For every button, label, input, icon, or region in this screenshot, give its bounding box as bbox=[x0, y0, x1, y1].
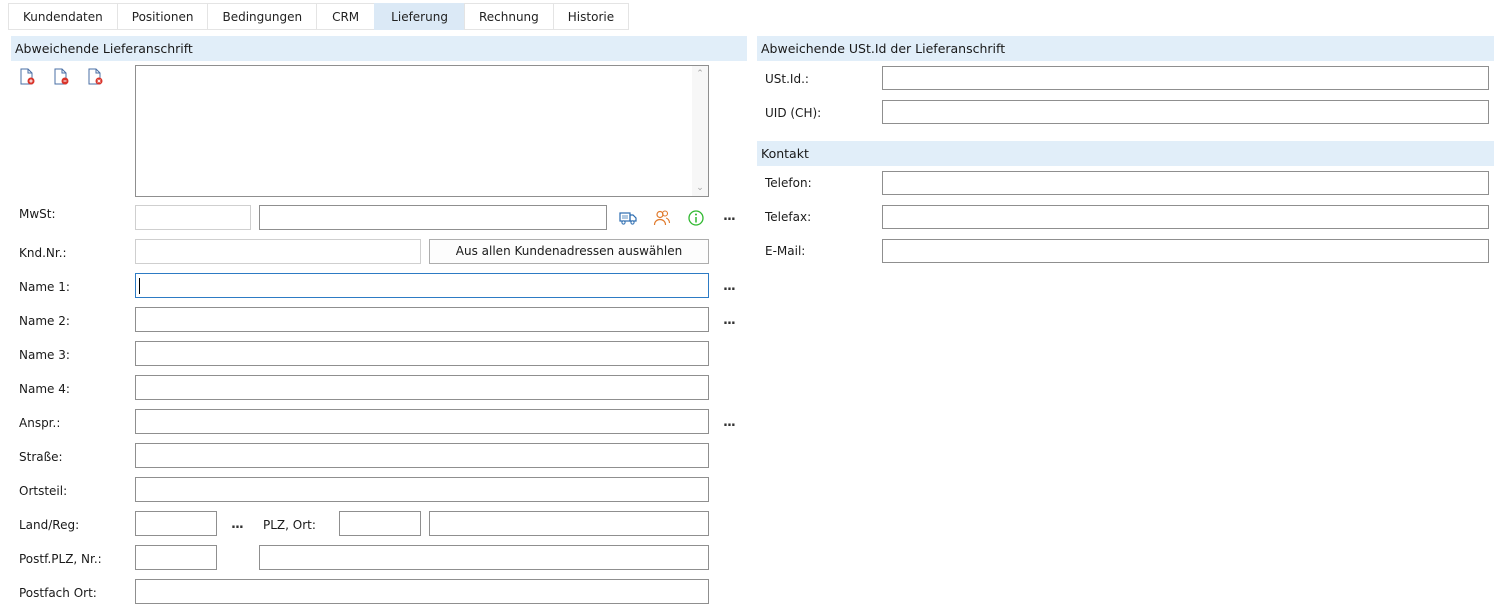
ortsteil-field[interactable] bbox=[135, 477, 709, 502]
anspr-field[interactable] bbox=[135, 409, 709, 434]
land-field[interactable] bbox=[135, 511, 217, 536]
ustid-field[interactable] bbox=[882, 66, 1489, 90]
document-add-icon[interactable] bbox=[18, 68, 36, 86]
tab-rechnung[interactable]: Rechnung bbox=[463, 3, 553, 30]
scroll-up-icon[interactable]: ⌃ bbox=[696, 70, 704, 79]
mwst-code-field[interactable] bbox=[135, 205, 251, 230]
info-icon[interactable] bbox=[687, 209, 705, 227]
plz-field[interactable] bbox=[339, 511, 421, 536]
vat-id-header: Abweichende USt.Id der Lieferanschrift bbox=[757, 36, 1494, 61]
ortsteil-label: Ortsteil: bbox=[19, 484, 68, 498]
postfach-nr-field[interactable] bbox=[259, 545, 709, 570]
uid-ch-field[interactable] bbox=[882, 100, 1489, 124]
tab-positionen[interactable]: Positionen bbox=[116, 3, 208, 30]
mwst-label: MwSt: bbox=[19, 207, 56, 221]
ort-field[interactable] bbox=[429, 511, 709, 536]
postfach-plz-label: Postf.PLZ, Nr.: bbox=[19, 552, 102, 566]
mwst-more-button[interactable]: ... bbox=[723, 209, 736, 224]
document-copy-icon[interactable] bbox=[52, 68, 70, 86]
name2-field[interactable] bbox=[135, 307, 709, 332]
telefax-label: Telefax: bbox=[765, 210, 812, 224]
telefax-field[interactable] bbox=[882, 205, 1489, 229]
strasse-label: Straße: bbox=[19, 450, 63, 464]
text-caret bbox=[139, 278, 140, 294]
tab-kundendaten[interactable]: Kundendaten bbox=[8, 3, 117, 30]
address-textarea[interactable]: ⌃ ⌄ bbox=[135, 65, 709, 197]
kndnr-field[interactable] bbox=[135, 239, 421, 264]
anspr-label: Anspr.: bbox=[19, 416, 61, 430]
tab-lieferung[interactable]: Lieferung bbox=[374, 3, 464, 30]
ustid-label: USt.Id.: bbox=[765, 72, 809, 86]
land-more-button[interactable]: ... bbox=[231, 517, 244, 532]
land-label: Land/Reg: bbox=[19, 518, 80, 532]
select-from-all-addresses-button[interactable]: Aus allen Kundenadressen auswählen bbox=[429, 239, 709, 264]
postfach-plz-field[interactable] bbox=[135, 545, 217, 570]
name4-field[interactable] bbox=[135, 375, 709, 400]
contact-header: Kontakt bbox=[757, 141, 1494, 166]
tab-bar: Kundendaten Positionen Bedingungen CRM L… bbox=[8, 3, 630, 30]
tab-bedingungen[interactable]: Bedingungen bbox=[207, 3, 317, 30]
name1-more-button[interactable]: ... bbox=[723, 279, 736, 294]
delivery-address-header: Abweichende Lieferanschrift bbox=[11, 36, 747, 61]
strasse-field[interactable] bbox=[135, 443, 709, 468]
mwst-text-field[interactable] bbox=[259, 205, 607, 230]
plz-ort-label: PLZ, Ort: bbox=[263, 518, 316, 532]
name2-label: Name 2: bbox=[19, 314, 70, 328]
uid-ch-label: UID (CH): bbox=[765, 106, 822, 120]
tab-crm[interactable]: CRM bbox=[316, 3, 375, 30]
name2-more-button[interactable]: ... bbox=[723, 313, 736, 328]
name4-label: Name 4: bbox=[19, 382, 70, 396]
name3-label: Name 3: bbox=[19, 348, 70, 362]
name3-field[interactable] bbox=[135, 341, 709, 366]
postfach-ort-label: Postfach Ort: bbox=[19, 586, 97, 600]
kndnr-label: Knd.Nr.: bbox=[19, 246, 67, 260]
postfach-ort-field[interactable] bbox=[135, 579, 709, 604]
email-label: E-Mail: bbox=[765, 244, 806, 258]
anspr-more-button[interactable]: ... bbox=[723, 415, 736, 430]
contacts-icon[interactable] bbox=[653, 209, 671, 227]
name1-field[interactable] bbox=[135, 273, 709, 298]
telefon-label: Telefon: bbox=[765, 176, 812, 190]
textarea-scrollbar[interactable]: ⌃ ⌄ bbox=[692, 66, 708, 196]
tab-historie[interactable]: Historie bbox=[552, 3, 630, 30]
truck-icon[interactable] bbox=[619, 209, 637, 227]
scroll-down-icon[interactable]: ⌄ bbox=[696, 184, 704, 193]
email-field[interactable] bbox=[882, 239, 1489, 263]
name1-label: Name 1: bbox=[19, 280, 70, 294]
telefon-field[interactable] bbox=[882, 171, 1489, 195]
document-delete-icon[interactable] bbox=[86, 68, 104, 86]
